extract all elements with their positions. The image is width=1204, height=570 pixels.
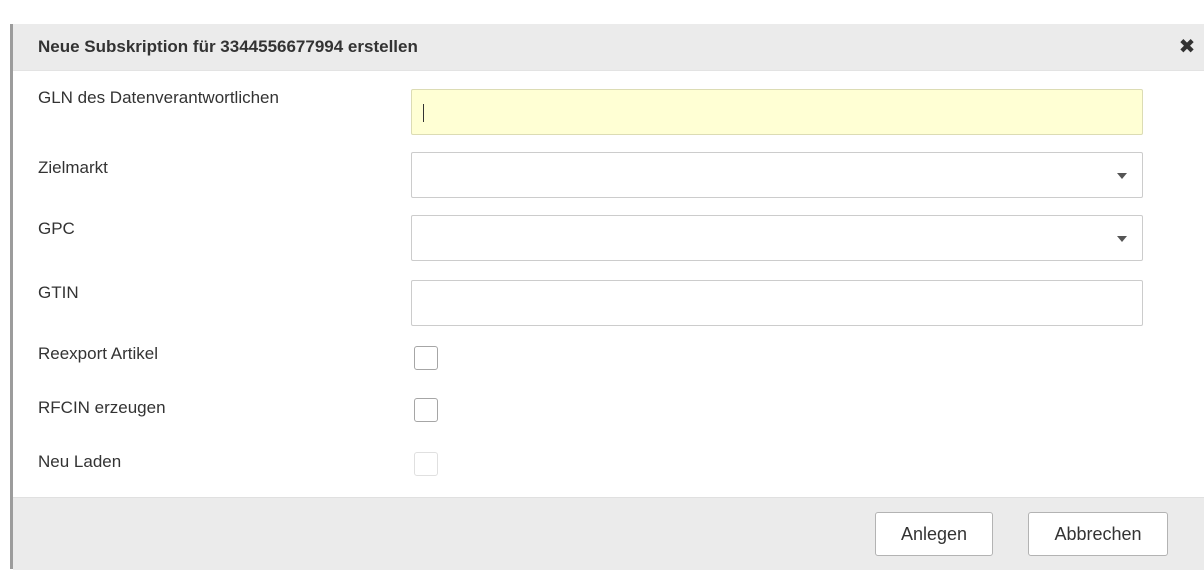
- gpc-select[interactable]: [411, 215, 1143, 261]
- dialog-title: Neue Subskription für 3344556677994 erst…: [38, 37, 418, 56]
- chevron-down-icon[interactable]: [1117, 173, 1127, 179]
- close-icon[interactable]: ✖: [1174, 32, 1200, 60]
- text-caret: [423, 104, 424, 122]
- cancel-button[interactable]: Abbrechen: [1028, 512, 1168, 556]
- chevron-down-icon[interactable]: [1117, 236, 1127, 242]
- reexport-label: Reexport Artikel: [38, 344, 158, 363]
- rfcin-checkbox[interactable]: [414, 398, 438, 422]
- create-button[interactable]: Anlegen: [875, 512, 993, 556]
- dialog-titlebar: Neue Subskription für 3344556677994 erst…: [13, 24, 1204, 71]
- gln-label: GLN des Datenverantwortlichen: [38, 88, 279, 107]
- gpc-label: GPC: [38, 219, 75, 238]
- reexport-checkbox[interactable]: [414, 346, 438, 370]
- gtin-input[interactable]: [411, 280, 1143, 326]
- zielmarkt-label: Zielmarkt: [38, 158, 108, 177]
- neu-laden-label: Neu Laden: [38, 452, 122, 471]
- page-background: [0, 0, 1204, 24]
- rfcin-label: RFCIN erzeugen: [38, 398, 166, 417]
- zielmarkt-select[interactable]: [411, 152, 1143, 198]
- gtin-label: GTIN: [38, 283, 79, 302]
- gln-input[interactable]: [411, 89, 1143, 135]
- dialog-footer: Anlegen Abbrechen: [13, 497, 1204, 570]
- new-subscription-dialog: Neue Subskription für 3344556677994 erst…: [10, 24, 1204, 570]
- neu-laden-checkbox: [414, 452, 438, 476]
